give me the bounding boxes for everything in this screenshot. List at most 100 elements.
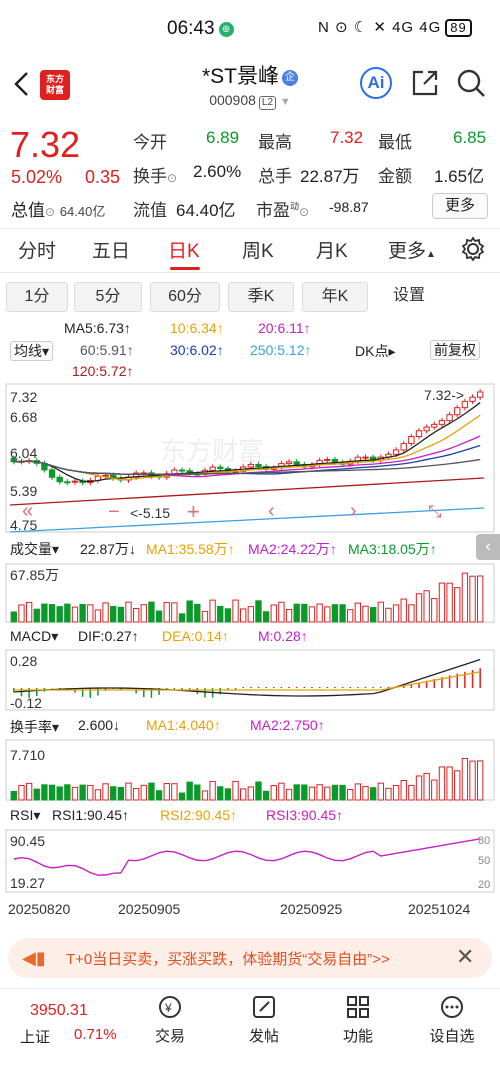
turnover-bar — [48, 784, 56, 801]
turnover-bar — [194, 784, 201, 801]
volume-bar — [94, 609, 102, 623]
turnover-bar — [454, 770, 461, 801]
turnover-bar — [331, 784, 339, 801]
turnover-bar — [377, 782, 384, 801]
candle — [209, 466, 216, 471]
volume-bar — [324, 606, 331, 623]
more-dots-icon — [441, 996, 463, 1018]
turnover-bar — [415, 775, 423, 801]
turnover-bar — [278, 782, 285, 801]
volume-bar — [331, 604, 339, 623]
volume-bar — [209, 599, 216, 623]
nav-trade[interactable]: ¥ 交易 — [130, 995, 210, 1046]
turnover-selector[interactable]: 换手率▾ — [10, 717, 59, 737]
volume-bar — [79, 603, 86, 623]
nav-functions[interactable]: 功能 — [318, 995, 398, 1046]
collapse-panel-button[interactable]: ‹ — [476, 534, 500, 560]
candle — [423, 426, 430, 432]
fullscreen-icon[interactable]: ⤡ — [428, 502, 442, 522]
volume-bar — [48, 604, 56, 623]
volume-selector[interactable]: 成交量▾ — [10, 539, 59, 559]
x-date-label: 20251024 — [408, 901, 471, 917]
rsi-selector[interactable]: RSI▾ — [10, 807, 40, 824]
kline-chart-area[interactable]: 东方财富 7.32 6.68 6.04 5.39 4.75 7.32-> <-5… — [0, 0, 500, 1074]
volume-bar — [87, 604, 94, 623]
turnover-bar — [18, 784, 25, 801]
volume-bar — [132, 607, 140, 623]
zoom-out-button[interactable]: − — [108, 501, 120, 524]
candle — [469, 396, 476, 402]
volume-bar — [224, 608, 232, 623]
turnover-bar — [461, 758, 469, 801]
volume-bar — [339, 604, 346, 623]
turnover-bar — [232, 780, 239, 801]
svg-text:¥: ¥ — [164, 1001, 172, 1015]
candle — [431, 423, 438, 428]
turnover-bar — [87, 784, 94, 801]
edit-icon — [253, 996, 275, 1018]
turnover-bar — [41, 784, 48, 801]
scroll-start-icon[interactable]: « — [22, 500, 33, 523]
turnover-bar — [270, 785, 277, 801]
volume-bar — [423, 590, 430, 623]
index-name: 上证 — [20, 1029, 51, 1046]
turnover-bar — [33, 788, 40, 801]
volume-bar — [438, 582, 446, 623]
volume-bar — [431, 598, 438, 623]
turnover-bar — [255, 781, 262, 801]
candle — [178, 469, 186, 472]
turnover-bar — [171, 783, 178, 801]
x-date-label: 20250905 — [118, 901, 181, 917]
scroll-right-button[interactable]: › — [350, 500, 357, 523]
turnover-bar — [217, 786, 224, 801]
y-label: 6.04 — [10, 445, 37, 461]
volume-bar — [186, 600, 193, 623]
volume-bar — [155, 610, 163, 623]
nav-add-watchlist[interactable]: 设自选 — [412, 995, 492, 1046]
volume-bar — [18, 604, 25, 623]
trade-icon: ¥ — [159, 996, 181, 1018]
turnover-bar — [178, 792, 186, 801]
macd-y-bottom: -0.12 — [10, 695, 42, 711]
volume-bar — [377, 601, 384, 623]
volume-bar — [64, 603, 71, 623]
turnover-bar — [64, 784, 71, 801]
turnover-bar — [392, 784, 400, 801]
volume-bar — [171, 602, 178, 623]
macd-selector[interactable]: MACD▾ — [10, 628, 58, 645]
turnover-bar — [155, 790, 163, 801]
candle — [477, 391, 484, 398]
volume-ma3: MA3:18.05万↑ — [348, 541, 437, 557]
volume-bar — [201, 610, 209, 623]
volume-bar — [217, 605, 224, 623]
ma250-line — [9, 507, 485, 533]
rsi3-value: RSI3:90.45↑ — [266, 807, 344, 823]
turnover-ma2: MA2:2.750↑ — [250, 717, 325, 733]
turnover-bar — [385, 787, 392, 801]
turnover-bar — [293, 784, 300, 801]
scroll-left-button[interactable]: ‹ — [268, 500, 275, 523]
volume-bar — [469, 575, 476, 623]
candle — [64, 481, 71, 484]
zoom-in-button[interactable]: + — [187, 499, 200, 525]
index-value[interactable]: 3950.31 — [30, 1002, 88, 1020]
turnover-bar — [102, 783, 109, 801]
volume-bar — [148, 601, 155, 623]
turnover-bar — [262, 790, 270, 801]
nav-post[interactable]: 发帖 — [224, 995, 304, 1046]
turnover-bar — [247, 786, 254, 801]
rsi2-value: RSI2:90.45↑ — [160, 807, 238, 823]
turnover-bar — [308, 786, 316, 801]
volume-bar — [347, 609, 354, 623]
turnover-bar — [469, 760, 476, 801]
volume-bar — [125, 601, 132, 623]
rsi1-value: RSI1:90.45↑ — [52, 807, 130, 823]
volume-bar — [232, 599, 239, 623]
turnover-bar — [339, 784, 346, 801]
close-icon[interactable]: ✕ — [456, 944, 474, 970]
promo-banner[interactable]: ◀▮ T+0当日买卖，买涨买跌，体验期货“交易自由”>> ✕ — [8, 938, 492, 978]
candle — [217, 466, 224, 470]
turnover-bar — [110, 786, 117, 801]
volume-bar — [301, 603, 308, 623]
min-price-callout: <-5.15 — [130, 505, 170, 521]
